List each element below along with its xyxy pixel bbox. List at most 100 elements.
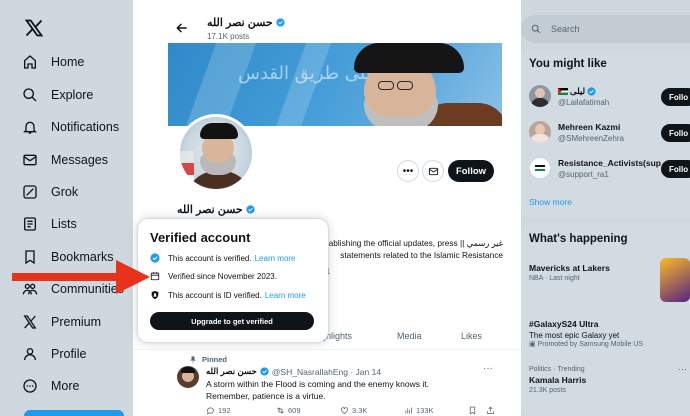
post-handle-date[interactable]: @SH_NasrallahEng · Jan 14: [272, 367, 381, 377]
sidebar-item-label: Notifications: [51, 120, 120, 134]
mail-icon: [428, 167, 438, 175]
post-author-name[interactable]: حسن نصر الله: [206, 366, 257, 377]
banner-stripe: [266, 43, 335, 126]
like-button[interactable]: 3.3K: [340, 406, 367, 415]
pinned-label: Pinned: [189, 355, 227, 364]
trend-context: The most epic Galaxy yet: [529, 331, 620, 340]
share-button[interactable]: [486, 406, 495, 415]
heart-icon: [341, 407, 348, 414]
verified-badge-icon[interactable]: [246, 205, 255, 214]
account-handle: @support_ra1: [558, 170, 609, 179]
bookmark-icon: [469, 406, 476, 415]
sidebar-item-explore[interactable]: Explore: [22, 83, 93, 107]
x-icon: [23, 315, 37, 329]
back-arrow-icon[interactable]: [175, 21, 189, 35]
promoted-icon: ▣: [529, 341, 538, 348]
verified-account-popup: Verified account This account is verifie…: [138, 219, 328, 342]
account-avatar[interactable]: [529, 157, 551, 179]
more-options-button[interactable]: •••: [397, 160, 419, 182]
sidebar-item-premium[interactable]: Premium: [22, 310, 101, 334]
avatar-face: [535, 88, 545, 98]
post-text-line: Remember, patience is a virtue.: [206, 391, 326, 401]
message-button[interactable]: [422, 160, 444, 182]
trend-item[interactable]: Politics · Trending Kamala Harris 21.3K …: [529, 366, 586, 394]
post-text-line: A storm within the Flood is coming and t…: [206, 379, 429, 389]
sidebar-item-grok[interactable]: Grok: [22, 180, 78, 204]
bookmark-post-button[interactable]: [468, 406, 477, 415]
calendar-icon: [150, 272, 160, 281]
sidebar-item-profile[interactable]: Profile: [22, 342, 86, 366]
popup-row-text: Verified since November 2023.: [168, 271, 277, 281]
post-text: A storm within the Flood is coming and t…: [206, 378, 496, 402]
grok-icon: [23, 185, 37, 199]
follow-button[interactable]: Follo: [661, 124, 690, 142]
sidebar-item-notifications[interactable]: Notifications: [22, 115, 119, 139]
avatar-turban: [200, 123, 238, 139]
trend-item[interactable]: #GalaxyS24 Ultra The most epic Galaxy ye…: [529, 317, 643, 348]
search-icon: [531, 24, 541, 34]
reply-count: 192: [218, 406, 231, 415]
search-input[interactable]: Search: [521, 15, 690, 43]
sidebar-item-more[interactable]: More: [22, 374, 79, 398]
tab-likes[interactable]: Likes: [461, 331, 482, 341]
account-name[interactable]: ليلى: [558, 86, 596, 97]
views-icon: [405, 407, 412, 414]
post-actions: 192 609 3.3K 133K: [206, 406, 496, 416]
reply-button[interactable]: 192: [206, 406, 231, 415]
x-logo-icon[interactable]: [24, 18, 44, 38]
learn-more-link[interactable]: Learn more: [265, 291, 306, 300]
red-arrow-annotation-icon: [12, 260, 150, 294]
palestine-flag-icon: [558, 88, 568, 95]
profile-avatar[interactable]: [177, 114, 255, 192]
verified-badge-icon[interactable]: [276, 18, 285, 27]
trend-more-icon[interactable]: ···: [678, 364, 687, 374]
like-count: 3.3K: [352, 406, 368, 415]
sidebar-item-lists[interactable]: Lists: [22, 212, 77, 236]
account-name[interactable]: Resistance_Activists(sup: [558, 158, 661, 168]
bio-line: ablishing the official updates, press ||…: [328, 238, 503, 248]
sidebar-item-label: Home: [51, 55, 85, 69]
follow-button[interactable]: Follo: [661, 160, 690, 178]
banner-figure-glasses: [397, 81, 413, 90]
sidebar-item-label: Messages: [51, 153, 108, 167]
header-name: حسن نصر الله: [207, 16, 285, 29]
banner-figure-turban: [354, 43, 464, 73]
bio-line: statements related to the Islamic Resist…: [340, 250, 503, 260]
follow-button[interactable]: Follow: [448, 160, 494, 182]
trend-item[interactable]: Mavericks at Lakers NBA · Last night: [529, 261, 610, 282]
follow-button[interactable]: Follo: [661, 88, 690, 106]
verified-badge-icon: [260, 367, 269, 376]
sidebar-item-label: Lists: [51, 217, 77, 231]
account-name[interactable]: Mehreen Kazmi: [558, 122, 620, 132]
popup-row-verified: This account is verified. Learn more: [150, 253, 296, 263]
post-avatar-turban: [181, 367, 195, 373]
avatar-flag: [535, 165, 545, 171]
tab-media[interactable]: Media: [397, 331, 422, 341]
avatar-body: [531, 98, 549, 107]
show-more-link[interactable]: Show more: [529, 197, 572, 207]
home-icon: [24, 55, 36, 69]
ellipsis-icon: •••: [402, 165, 414, 177]
account-avatar[interactable]: [529, 85, 551, 107]
profile-name: حسن نصر الله: [177, 203, 255, 216]
post-button[interactable]: [24, 410, 124, 416]
verified-badge-icon: [587, 87, 596, 96]
views-button[interactable]: 133K: [404, 406, 434, 415]
you-might-like-title: You might like: [529, 58, 607, 70]
upgrade-verified-button[interactable]: Upgrade to get verified: [150, 312, 314, 330]
sidebar-item-messages[interactable]: Messages: [22, 148, 108, 172]
post-more-icon[interactable]: ···: [483, 363, 493, 374]
learn-more-link[interactable]: Learn more: [255, 254, 296, 263]
mail-icon: [23, 154, 37, 166]
trend-thumbnail[interactable]: [660, 258, 690, 302]
sidebar-item-label: Premium: [51, 315, 102, 329]
account-handle: @Lailafatimah: [558, 98, 610, 107]
whats-happening-title: What's happening: [529, 233, 628, 245]
popup-row-text: This account is ID verified.: [168, 290, 262, 300]
repost-button[interactable]: 609: [276, 406, 301, 415]
account-avatar[interactable]: [529, 121, 551, 143]
more-circle-icon: [23, 379, 37, 393]
sidebar-item-home[interactable]: Home: [22, 50, 84, 74]
id-shield-icon: [151, 290, 159, 300]
post-avatar[interactable]: [177, 366, 199, 388]
